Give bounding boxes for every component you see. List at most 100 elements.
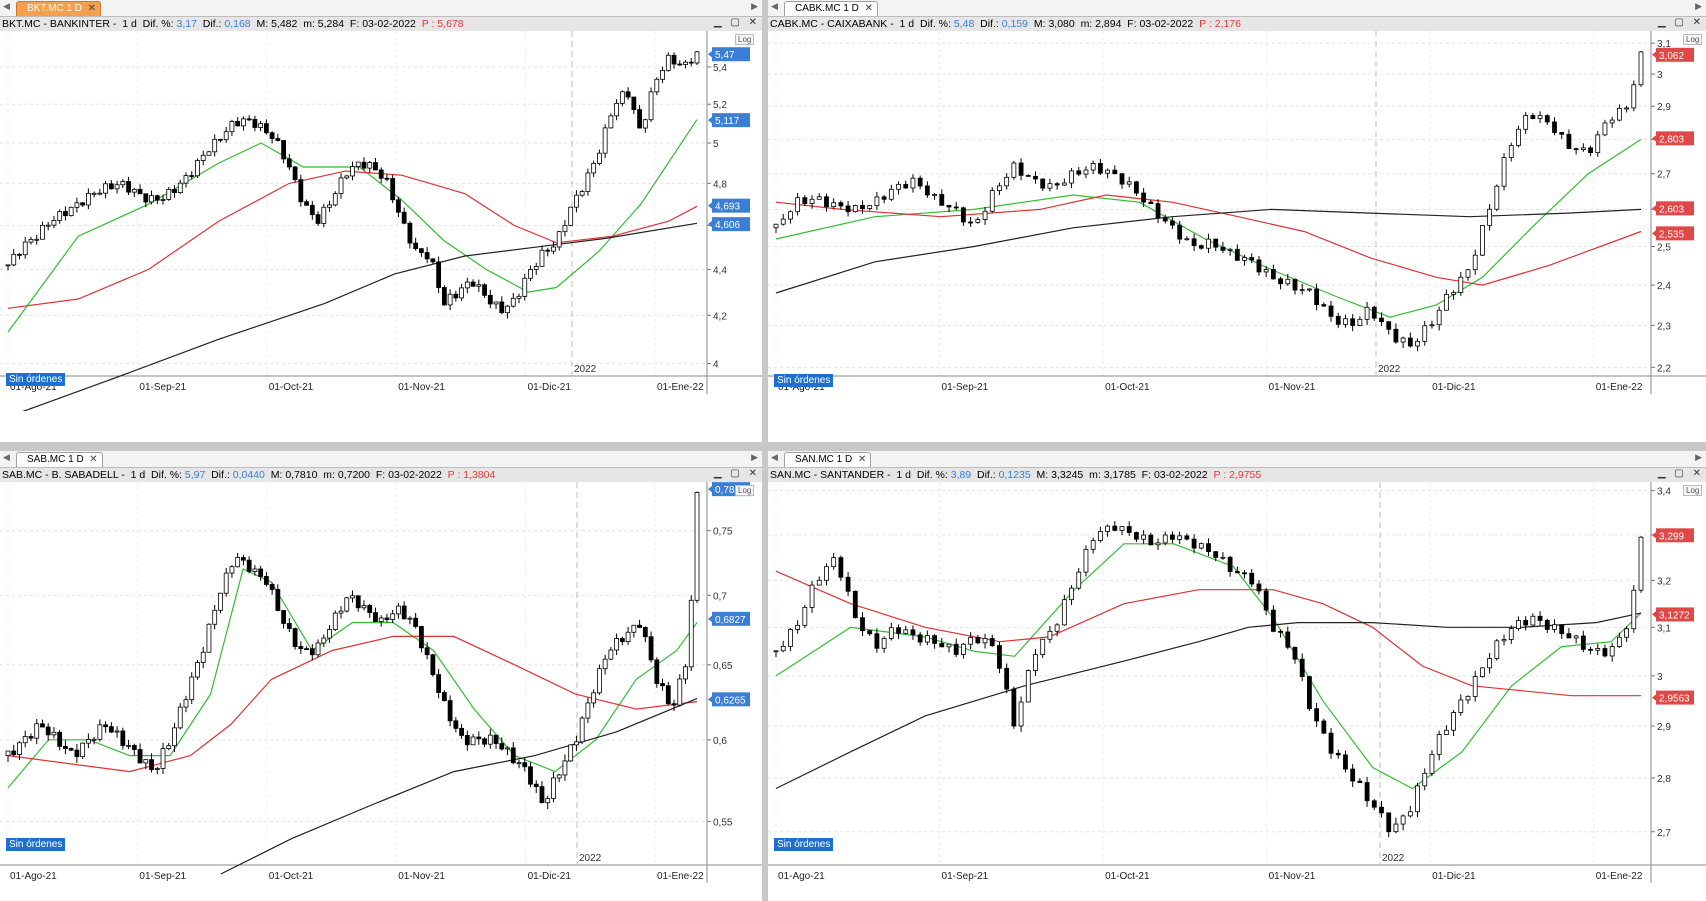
candle-body [97, 192, 103, 195]
candle-body [997, 645, 1002, 669]
tab-bkt[interactable]: BKT.MC 1 D ✕ [16, 1, 102, 16]
candle-body [694, 492, 700, 601]
candle-body [1350, 318, 1356, 326]
candle-body [212, 138, 218, 153]
candle-body [80, 202, 86, 206]
candle-body [338, 610, 344, 614]
candle-body [384, 617, 390, 620]
price-label: P : [1199, 18, 1212, 30]
price-chart[interactable]: 2,72,82,933,13,23,33,401-Ago-2101-Sep-21… [768, 482, 1706, 900]
candle-body [1227, 248, 1233, 251]
candle-body [1422, 325, 1428, 342]
candle-body [989, 190, 995, 212]
price-label-text: 3,1272 [1659, 610, 1690, 621]
tab-scroll-right-icon[interactable]: ▶ [1695, 1, 1702, 12]
horizontal-divider[interactable] [0, 442, 1706, 451]
candle-body [350, 595, 355, 599]
log-scale-toggle[interactable]: Log [735, 485, 755, 496]
candle-body [223, 572, 229, 594]
candle-body [802, 197, 808, 204]
tab-scroll-left-icon[interactable]: ◀ [3, 452, 10, 463]
window-buttons[interactable]: ▁ ▢ ✕ [714, 468, 760, 482]
y-tick-label: 0,75 [713, 527, 733, 538]
candle-body [309, 204, 315, 216]
candle-body [831, 557, 837, 568]
candle-body [195, 160, 200, 177]
tab-scroll-right-icon[interactable]: ▶ [1695, 452, 1702, 463]
x-tick-label: 01-Dic-21 [1432, 871, 1476, 882]
close-icon[interactable]: ✕ [88, 2, 96, 16]
candle-body [1494, 185, 1500, 210]
info-bar: CABK.MC - CAIXABANK - 1 d Dif. %: 5,48 D… [768, 17, 1706, 31]
price-chart[interactable]: 44,24,44,64,855,25,401-Ago-2101-Sep-2101… [0, 31, 762, 411]
candle-body [917, 177, 923, 187]
candle-body [441, 692, 447, 701]
x-tick-label: 01-Ene-22 [657, 871, 704, 882]
candle-body [361, 605, 367, 609]
candle-body [22, 736, 28, 744]
window-buttons[interactable]: ▁ ▢ ✕ [1658, 468, 1704, 482]
candle-body [396, 199, 401, 213]
candle-body [1458, 699, 1464, 713]
sin-ordenes-badge[interactable]: Sin órdenes [774, 838, 834, 851]
candle-body [149, 195, 154, 203]
log-scale-toggle[interactable]: Log [1683, 485, 1703, 496]
y-tick-label: 3,2 [1657, 576, 1671, 587]
candle-body [1465, 269, 1471, 278]
candle-body [910, 629, 916, 636]
min-label: m: [1080, 18, 1093, 30]
tab-cabk[interactable]: CABK.MC 1 D ✕ [784, 1, 878, 16]
candle-body [487, 734, 493, 745]
tab-scroll-right-icon[interactable]: ▶ [751, 1, 758, 12]
tab-scroll-right-icon[interactable]: ▶ [751, 452, 758, 463]
candle-body [975, 219, 981, 223]
candle-body [1472, 676, 1478, 697]
x-tick-label: 01-Ene-22 [1596, 382, 1643, 393]
close-icon[interactable]: ✕ [865, 2, 873, 16]
candle-body [367, 162, 373, 169]
price-chart[interactable]: 2,22,32,42,52,62,72,82,933,101-Ago-2101-… [768, 31, 1706, 411]
sin-ordenes-badge[interactable]: Sin órdenes [6, 373, 66, 386]
candle-body [654, 659, 660, 684]
price-chart[interactable]: 0,55 0,6 0,65 0,7 0,75 01-Ago-21 01-Sep-21 01-O… [0, 482, 762, 900]
candle-body [1227, 556, 1233, 572]
candle-body [476, 736, 482, 740]
candle-body [1177, 224, 1183, 240]
candle-body [1090, 540, 1096, 550]
candle-body [602, 658, 608, 670]
candle-body [1616, 636, 1622, 647]
candle-body [413, 617, 419, 627]
max-label: M: [270, 469, 283, 481]
window-buttons[interactable]: ▁ ▢ ✕ [1658, 17, 1704, 31]
log-scale-toggle[interactable]: Log [735, 34, 755, 45]
tab-scroll-left-icon[interactable]: ◀ [771, 1, 778, 12]
candle-body [1105, 169, 1110, 174]
max-value: 5,482 [271, 18, 298, 30]
price-value: 2,9755 [1229, 469, 1262, 481]
close-icon[interactable]: ✕ [858, 453, 866, 467]
candle-body [1220, 246, 1226, 251]
log-scale-toggle[interactable]: Log [1683, 34, 1703, 45]
tab-scroll-left-icon[interactable]: ◀ [3, 1, 10, 12]
x-tick-label: 01-Nov-21 [398, 382, 445, 393]
candle-body [407, 617, 413, 620]
candle-body [384, 177, 390, 180]
price-label-text: 4,693 [715, 202, 740, 213]
sin-ordenes-badge[interactable]: Sin órdenes [6, 838, 66, 851]
close-icon[interactable]: ✕ [89, 453, 97, 467]
sin-ordenes-badge[interactable]: Sin órdenes [774, 374, 834, 387]
date-label: F: [375, 469, 386, 481]
tab-scroll-left-icon[interactable]: ◀ [771, 452, 778, 463]
candle-body [968, 221, 974, 224]
candle-body [315, 214, 321, 224]
tab-sab[interactable]: SAB.MC 1 D ✕ [16, 452, 103, 467]
candle-body [665, 685, 671, 705]
candle-body [252, 568, 258, 572]
window-buttons[interactable]: ▁ ▢ ✕ [714, 17, 760, 31]
tab-san[interactable]: SAN.MC 1 D ✕ [784, 452, 872, 467]
dif-pct-value: 3,17 [176, 18, 197, 30]
candle-body [642, 119, 648, 129]
candle-body [688, 61, 694, 64]
candle-body [229, 120, 235, 133]
candle-body [953, 206, 959, 209]
